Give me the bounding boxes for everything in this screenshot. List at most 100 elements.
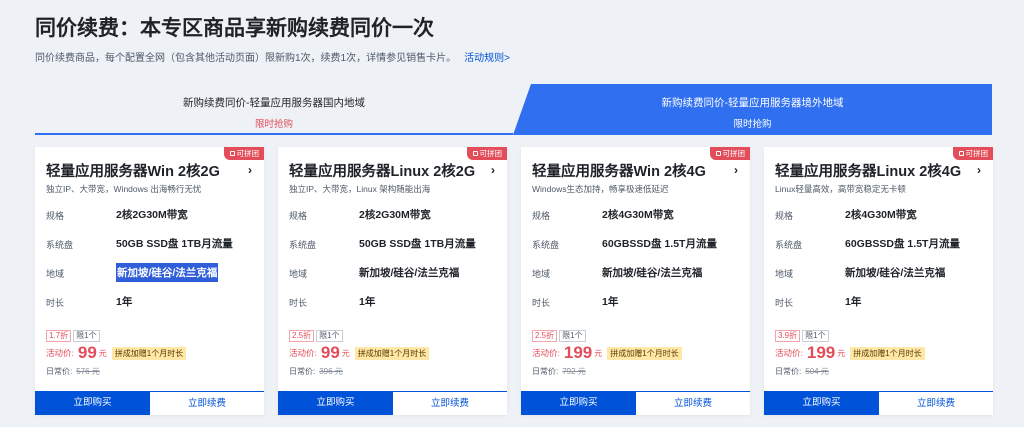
original-price-label: 日常价: bbox=[289, 367, 316, 376]
spec-row: 规格 2核4G30M带宽 bbox=[775, 207, 985, 223]
price-label: 活动价: bbox=[775, 348, 803, 358]
price-value: 99 bbox=[320, 343, 340, 362]
original-price: 792 元 bbox=[562, 367, 586, 376]
price-row: 活动价: 99 元拼成加赠1个月时长 bbox=[46, 343, 187, 365]
discount-row: 1.7折 限1个 bbox=[46, 325, 100, 343]
tab-underline bbox=[35, 133, 513, 135]
disk-label: 系统盘 bbox=[289, 240, 317, 250]
limit-tag: 限1个 bbox=[73, 330, 100, 342]
rules-link[interactable]: 活动规则> bbox=[464, 53, 510, 64]
group-buy-icon bbox=[958, 150, 964, 156]
price-label: 活动价: bbox=[289, 348, 317, 358]
product-title[interactable]: 轻量应用服务器Linux 2核2G bbox=[289, 160, 475, 181]
tab-overseas[interactable]: 新购续费同价-轻量应用服务器境外地域 限时抢购 bbox=[513, 84, 992, 135]
product-description: Windows生态加持，畅享极速低延迟 bbox=[532, 184, 669, 194]
duration-label: 时长 bbox=[289, 298, 308, 308]
original-price-label: 日常价: bbox=[532, 367, 559, 376]
price-value: 99 bbox=[77, 343, 97, 362]
original-price-label: 日常价: bbox=[46, 367, 73, 376]
price-value: 199 bbox=[806, 343, 836, 362]
tab-sublabel: 限时抢购 bbox=[733, 119, 772, 130]
original-price-label: 日常价: bbox=[775, 367, 802, 376]
buy-now-button[interactable]: 立即购买 bbox=[521, 391, 636, 415]
chevron-right-icon[interactable]: › bbox=[248, 163, 252, 177]
spec-row: 规格 2核2G30M带宽 bbox=[46, 207, 256, 223]
duration-row: 时长 1年 bbox=[532, 294, 742, 310]
disk-label: 系统盘 bbox=[46, 240, 74, 250]
duration-value: 1年 bbox=[116, 296, 133, 308]
price-row: 活动价: 199 元拼成加赠1个月时长 bbox=[532, 343, 682, 365]
spec-value: 2核2G30M带宽 bbox=[359, 209, 431, 221]
disk-row: 系统盘 50GB SSD盘 1TB月流量 bbox=[46, 236, 256, 252]
renew-button[interactable]: 立即续费 bbox=[150, 391, 264, 415]
spec-row: 规格 2核4G30M带宽 bbox=[532, 207, 742, 223]
renew-button[interactable]: 立即续费 bbox=[636, 391, 750, 415]
disk-row: 系统盘 60GBSSD盘 1.5T月流量 bbox=[775, 236, 985, 252]
group-buy-badge: 可拼团 bbox=[466, 147, 507, 160]
renew-button[interactable]: 立即续费 bbox=[879, 391, 993, 415]
disk-value: 50GB SSD盘 1TB月流量 bbox=[359, 238, 476, 250]
region-row: 地域 新加坡/硅谷/法兰克福 bbox=[289, 265, 499, 281]
original-price-row: 日常价: 504 元 bbox=[775, 366, 829, 377]
spec-value: 2核4G30M带宽 bbox=[602, 209, 674, 221]
duration-value: 1年 bbox=[845, 296, 862, 308]
renew-button[interactable]: 立即续费 bbox=[393, 391, 507, 415]
product-card: 可拼团 轻量应用服务器Linux 2核4G › Linux轻量高效，高带宽稳定无… bbox=[764, 147, 993, 415]
region-value: 新加坡/硅谷/法兰克福 bbox=[359, 267, 460, 279]
region-value: 新加坡/硅谷/法兰克福 bbox=[845, 267, 946, 279]
region-label: 地域 bbox=[289, 269, 308, 279]
price-label: 活动价: bbox=[532, 348, 560, 358]
product-title[interactable]: 轻量应用服务器Win 2核4G bbox=[532, 160, 706, 181]
spec-row: 规格 2核2G30M带宽 bbox=[289, 207, 499, 223]
duration-label: 时长 bbox=[532, 298, 551, 308]
region-value[interactable]: 新加坡/硅谷/法兰克福 bbox=[116, 263, 219, 282]
region-tabs: 新购续费同价-轻量应用服务器国内地域 限时抢购 新购续费同价-轻量应用服务器境外… bbox=[35, 84, 992, 135]
group-buy-badge: 可拼团 bbox=[709, 147, 750, 160]
buy-now-button[interactable]: 立即购买 bbox=[278, 391, 393, 415]
page-subtitle: 同价续费商品，每个配置全网（包含其他活动页面）限新购1次，续费1次，详情参见销售… bbox=[35, 49, 510, 64]
discount-tag: 3.9折 bbox=[775, 330, 801, 342]
tab-domestic[interactable]: 新购续费同价-轻量应用服务器国内地域 限时抢购 bbox=[35, 84, 513, 133]
price-row: 活动价: 99 元拼成加赠1个月时长 bbox=[289, 343, 430, 365]
subtitle-text: 同价续费商品，每个配置全网（包含其他活动页面）限新购1次，续费1次，详情参见销售… bbox=[35, 53, 457, 64]
duration-value: 1年 bbox=[602, 296, 619, 308]
page-title: 同价续费：本专区商品享新购续费同价一次 bbox=[35, 17, 434, 40]
product-card: 可拼团 轻量应用服务器Win 2核2G › 独立IP、大带宽，Windows 出… bbox=[35, 147, 264, 415]
disk-value: 60GBSSD盘 1.5T月流量 bbox=[845, 238, 960, 250]
product-title[interactable]: 轻量应用服务器Linux 2核4G bbox=[775, 160, 961, 181]
original-price-row: 日常价: 396 元 bbox=[289, 366, 343, 377]
group-buy-badge: 可拼团 bbox=[952, 147, 993, 160]
disk-value: 60GBSSD盘 1.5T月流量 bbox=[602, 238, 717, 250]
price-unit: 元 bbox=[594, 348, 603, 358]
promo-tag: 拼成加赠1个月时长 bbox=[607, 346, 682, 360]
product-card: 可拼团 轻量应用服务器Win 2核4G › Windows生态加持，畅享极速低延… bbox=[521, 147, 750, 415]
product-title[interactable]: 轻量应用服务器Win 2核2G bbox=[46, 160, 220, 181]
tab-sublabel: 限时抢购 bbox=[254, 119, 293, 130]
discount-tag: 2.5折 bbox=[532, 330, 558, 342]
duration-row: 时长 1年 bbox=[289, 294, 499, 310]
badge-label: 可拼团 bbox=[722, 149, 746, 158]
disk-label: 系统盘 bbox=[775, 240, 803, 250]
disk-value: 50GB SSD盘 1TB月流量 bbox=[116, 238, 233, 250]
chevron-right-icon[interactable]: › bbox=[977, 163, 981, 177]
duration-label: 时长 bbox=[46, 298, 65, 308]
tab-label: 新购续费同价-轻量应用服务器国内地域 bbox=[183, 97, 365, 109]
buy-now-button[interactable]: 立即购买 bbox=[764, 391, 879, 415]
limit-tag: 限1个 bbox=[316, 330, 343, 342]
price-value: 199 bbox=[563, 343, 593, 362]
promo-tag: 拼成加赠1个月时长 bbox=[850, 346, 925, 360]
discount-row: 2.5折 限1个 bbox=[532, 325, 586, 343]
chevron-right-icon[interactable]: › bbox=[734, 163, 738, 177]
chevron-right-icon[interactable]: › bbox=[491, 163, 495, 177]
spec-label: 规格 bbox=[532, 211, 551, 221]
product-description: Linux轻量高效，高带宽稳定无卡顿 bbox=[775, 184, 906, 194]
disk-row: 系统盘 60GBSSD盘 1.5T月流量 bbox=[532, 236, 742, 252]
duration-row: 时长 1年 bbox=[46, 294, 256, 310]
buy-now-button[interactable]: 立即购买 bbox=[35, 391, 150, 415]
product-description: 独立IP、大带宽，Linux 架构随能出海 bbox=[289, 184, 431, 194]
spec-value: 2核4G30M带宽 bbox=[845, 209, 917, 221]
original-price: 504 元 bbox=[805, 367, 829, 376]
duration-label: 时长 bbox=[775, 298, 794, 308]
original-price: 396 元 bbox=[319, 367, 343, 376]
badge-label: 可拼团 bbox=[479, 149, 503, 158]
